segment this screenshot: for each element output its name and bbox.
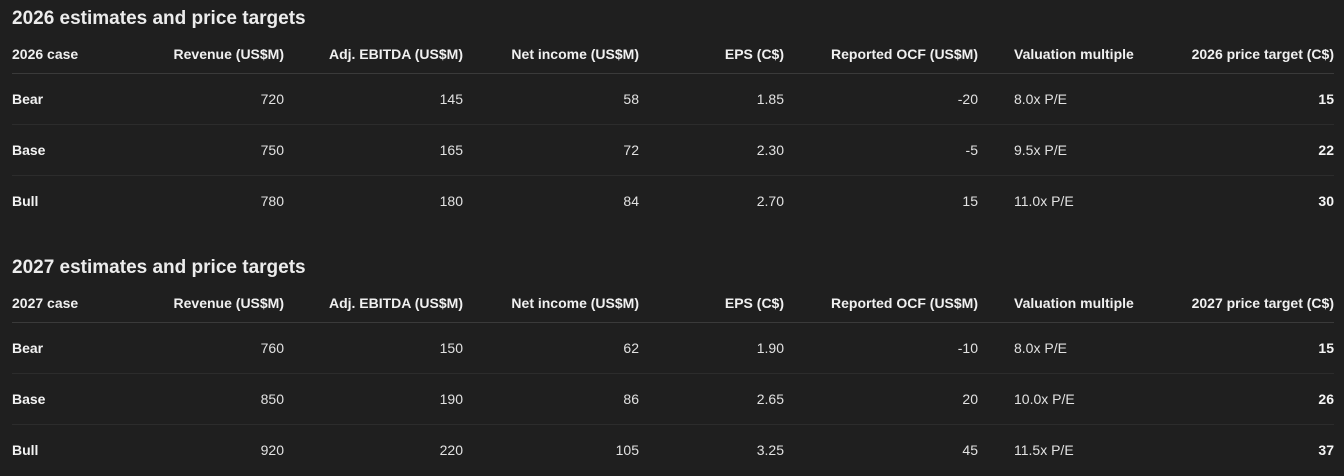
cell-eps: 3.25 (756, 442, 784, 458)
cell-eps: 2.70 (756, 193, 784, 209)
col-header-net-income: Net income (US$M) (463, 284, 639, 323)
cell-net-income: 58 (463, 73, 639, 125)
table-row: Bull 780 180 84 2.70 15 11.0x P/E 30 (12, 176, 1334, 227)
col-header-revenue: Revenue (US$M) (132, 284, 284, 323)
cell-revenue: 760 (132, 322, 284, 374)
cell-revenue: 920 (260, 442, 284, 458)
cell-valuation-multiple: 10.0x P/E (978, 373, 1167, 425)
col-header-case: 2026 case (12, 35, 132, 74)
table-header-row: 2026 case Revenue (US$M) Adj. EBITDA (US… (12, 35, 1334, 74)
cell-price-target: 15 (1167, 322, 1334, 374)
cell-price-target: 37 (1318, 442, 1334, 458)
col-header-revenue: Revenue (US$M) (132, 35, 284, 74)
cell-case: Base (12, 373, 132, 425)
cell-adj-ebitda: 190 (284, 373, 463, 425)
col-header-case: 2027 case (12, 284, 132, 323)
cell-adj-ebitda: 145 (284, 73, 463, 125)
col-header-price-target: 2026 price target (C$) (1167, 35, 1334, 74)
cell-net-income: 72 (463, 124, 639, 176)
col-header-net-income: Net income (US$M) (463, 35, 639, 74)
cell-price-target: 22 (1167, 124, 1334, 176)
table-row: Bear 720 145 58 1.85 -20 8.0x P/E 15 (12, 73, 1334, 125)
table-row: Base 750 165 72 2.30 -5 9.5x P/E 22 (12, 124, 1334, 176)
cell-adj-ebitda: 150 (284, 322, 463, 374)
cell-valuation-multiple: 11.0x P/E (1014, 193, 1074, 209)
section-title-2027: 2027 estimates and price targets (12, 257, 306, 278)
cell-reported-ocf: 45 (962, 442, 978, 458)
cell-adj-ebitda: 220 (439, 442, 463, 458)
cell-case: Base (12, 124, 132, 176)
col-header-eps: EPS (C$) (639, 35, 784, 74)
cell-eps: 1.85 (639, 73, 784, 125)
col-header-reported-ocf: Reported OCF (US$M) (784, 284, 978, 323)
cell-revenue: 850 (132, 373, 284, 425)
cell-revenue: 750 (132, 124, 284, 176)
cell-net-income: 62 (463, 322, 639, 374)
cell-reported-ocf: -10 (784, 322, 978, 374)
cell-revenue: 780 (260, 193, 284, 209)
col-header-valuation-multiple: Valuation multiple (978, 35, 1167, 74)
cell-net-income: 105 (615, 442, 639, 458)
cell-eps: 2.30 (639, 124, 784, 176)
cell-reported-ocf: -5 (784, 124, 978, 176)
cell-reported-ocf: -20 (784, 73, 978, 125)
col-header-eps: EPS (C$) (639, 284, 784, 323)
estimates-table-2027: 2027 case Revenue (US$M) Adj. EBITDA (US… (12, 284, 1334, 475)
cell-reported-ocf: 15 (962, 193, 978, 209)
cell-reported-ocf: 20 (784, 373, 978, 425)
cell-valuation-multiple: 8.0x P/E (978, 73, 1167, 125)
col-header-reported-ocf: Reported OCF (US$M) (784, 35, 978, 74)
estimates-table-2026: 2026 case Revenue (US$M) Adj. EBITDA (US… (12, 35, 1334, 226)
table-row: Bull 920 220 105 3.25 45 11.5x P/E 37 (12, 425, 1334, 476)
page: 2026 estimates and price targets 2026 ca… (0, 0, 1344, 476)
table-row: Bear 760 150 62 1.90 -10 8.0x P/E 15 (12, 322, 1334, 374)
cell-valuation-multiple: 11.5x P/E (1014, 442, 1074, 458)
cell-net-income: 86 (463, 373, 639, 425)
col-header-adj-ebitda: Adj. EBITDA (US$M) (284, 35, 463, 74)
cell-case: Bull (12, 193, 39, 209)
cell-net-income: 84 (623, 193, 639, 209)
cell-case: Bear (12, 73, 132, 125)
cell-adj-ebitda: 165 (284, 124, 463, 176)
section-title-2026: 2026 estimates and price targets (12, 8, 306, 29)
cell-case: Bull (12, 442, 39, 458)
cell-adj-ebitda: 180 (439, 193, 463, 209)
col-header-valuation-multiple: Valuation multiple (978, 284, 1167, 323)
cell-price-target: 26 (1167, 373, 1334, 425)
cell-valuation-multiple: 8.0x P/E (978, 322, 1167, 374)
cell-eps: 1.90 (639, 322, 784, 374)
cell-valuation-multiple: 9.5x P/E (978, 124, 1167, 176)
cell-price-target: 30 (1318, 193, 1334, 209)
col-header-adj-ebitda: Adj. EBITDA (US$M) (284, 284, 463, 323)
cell-price-target: 15 (1167, 73, 1334, 125)
cell-revenue: 720 (132, 73, 284, 125)
table-row: Base 850 190 86 2.65 20 10.0x P/E 26 (12, 373, 1334, 425)
cell-eps: 2.65 (639, 373, 784, 425)
col-header-price-target: 2027 price target (C$) (1167, 284, 1334, 323)
cell-case: Bear (12, 322, 132, 374)
table-header-row: 2027 case Revenue (US$M) Adj. EBITDA (US… (12, 284, 1334, 323)
